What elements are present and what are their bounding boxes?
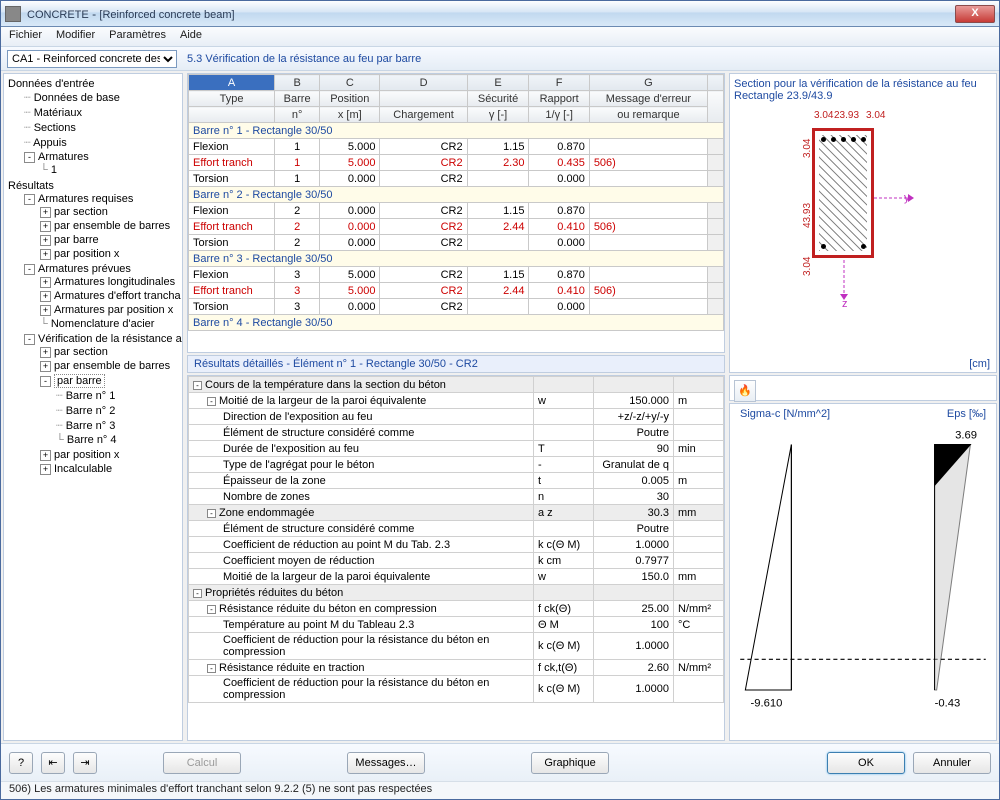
tree-item[interactable]: ┈ Données de base [22, 90, 180, 105]
footer-bar: ? ⇤ ⇥ Calcul Messages… Graphique OK Annu… [1, 743, 999, 781]
app-icon [5, 6, 21, 22]
toolbar: CA1 - Reinforced concrete desig 5.3 Véri… [1, 47, 999, 71]
tree-item[interactable]: +Armatures par position x [38, 303, 180, 317]
section-title: Section pour la vérification de la résis… [734, 78, 992, 90]
menu-edit[interactable]: Modifier [56, 29, 95, 44]
title-bar: CONCRETE - [Reinforced concrete beam] X [1, 1, 999, 27]
ok-button[interactable]: OK [827, 752, 905, 774]
tree-fire[interactable]: -Vérification de la résistance au +par s… [22, 332, 180, 477]
diag-left-label: Sigma-c [N/mm^2] [740, 408, 830, 420]
diagram-svg: 3.69 -9.610 -0.43 [730, 424, 996, 731]
tree-bar[interactable]: └ Barre n° 4 [54, 433, 180, 447]
diag-br-val: -0.43 [935, 697, 961, 709]
results-table[interactable]: ABCDEFGTypeBarrePositionSécuritéRapportM… [187, 73, 725, 353]
menu-params[interactable]: Paramètres [109, 29, 166, 44]
tree-item[interactable]: +par barre [38, 233, 180, 247]
fire-view-icon[interactable]: 🔥 [734, 380, 756, 402]
dim-h2: 3.04 [802, 139, 813, 158]
tree-item[interactable]: +par position x [38, 247, 180, 261]
case-combo[interactable]: CA1 - Reinforced concrete desig [7, 50, 177, 68]
tree-bar[interactable]: ┈ Barre n° 3 [54, 418, 180, 433]
section-subtitle: Rectangle 23.9/43.9 [734, 90, 992, 102]
dim-h1: 43.93 [802, 203, 813, 228]
view-toolbar: 🔥 [729, 375, 997, 401]
tree-item[interactable]: ┈ Matériaux [22, 105, 180, 120]
menu-bar: Fichier Modifier Paramètres Aide [1, 27, 999, 47]
dim-h2b: 3.04 [802, 257, 813, 276]
help-button[interactable]: ? [9, 752, 33, 774]
menu-help[interactable]: Aide [180, 29, 202, 44]
dim-w2b: 3.04 [866, 110, 885, 121]
dim-w1: 23.93 [834, 110, 859, 121]
tree-by-bar[interactable]: -par barre ┈ Barre n° 1 ┈ Barre n° 2 ┈ B… [38, 373, 180, 448]
tree-required[interactable]: -Armatures requises +par section +par en… [22, 192, 180, 262]
tree-provided[interactable]: -Armatures prévues +Armatures longitudin… [22, 262, 180, 332]
close-button[interactable]: X [955, 5, 995, 23]
diag-right-label: Eps [‰] [947, 408, 986, 420]
menu-file[interactable]: Fichier [9, 29, 42, 44]
export-right-icon[interactable]: ⇥ [73, 752, 97, 774]
tree-item[interactable]: +par section [38, 345, 180, 359]
tree-item[interactable]: +par ensemble de barres [38, 219, 180, 233]
tree-item[interactable]: └ 1 [38, 163, 180, 177]
tree-item[interactable]: └ Nomenclature d'acier [38, 317, 180, 331]
app-window: CONCRETE - [Reinforced concrete beam] X … [0, 0, 1000, 800]
tree-results[interactable]: Résultats -Armatures requises +par secti… [6, 179, 180, 478]
status-bar: 506) Les armatures minimales d'effort tr… [1, 781, 999, 799]
window-title: CONCRETE - [Reinforced concrete beam] [27, 7, 235, 21]
export-left-icon[interactable]: ⇤ [41, 752, 65, 774]
section-heading: 5.3 Vérification de la résistance au feu… [187, 53, 421, 65]
tree-item[interactable]: +Armatures longitudinales [38, 275, 180, 289]
tree-bar[interactable]: ┈ Barre n° 1 [54, 388, 180, 403]
stress-diagram: Sigma-c [N/mm^2] Eps [‰] 3.69 -9.610 -0.… [729, 403, 997, 741]
beam-outline [812, 128, 874, 258]
tree-item[interactable]: ┈ Appuis [22, 135, 180, 150]
detail-table[interactable]: -Cours de la température dans la section… [187, 375, 725, 741]
diag-bl-val: -9.610 [750, 697, 782, 709]
unit-label: [cm] [969, 358, 990, 370]
messages-button[interactable]: Messages… [347, 752, 425, 774]
tree-input[interactable]: Données d'entrée ┈ Données de base ┈ Mat… [6, 77, 180, 179]
graphic-button[interactable]: Graphique [531, 752, 609, 774]
tree-item[interactable]: ┈ Sections [22, 120, 180, 135]
tree-item[interactable]: +par section [38, 205, 180, 219]
tree-item[interactable]: +par position x [38, 448, 180, 462]
tree-item[interactable]: +Incalculable [38, 462, 180, 476]
detail-header: Résultats détaillés - Élément n° 1 - Rec… [187, 355, 725, 373]
nav-tree[interactable]: Données d'entrée ┈ Données de base ┈ Mat… [3, 73, 183, 741]
tree-armatures[interactable]: -Armatures └ 1 [22, 150, 180, 178]
tree-item[interactable]: +par ensemble de barres [38, 359, 180, 373]
tree-bar[interactable]: ┈ Barre n° 2 [54, 403, 180, 418]
dim-w2: 3.04 [814, 110, 833, 121]
calc-button[interactable]: Calcul [163, 752, 241, 774]
section-preview: Section pour la vérification de la résis… [729, 73, 997, 373]
cancel-button[interactable]: Annuler [913, 752, 991, 774]
diag-top-val: 3.69 [955, 429, 977, 441]
tree-item[interactable]: +Armatures d'effort trancha [38, 289, 180, 303]
